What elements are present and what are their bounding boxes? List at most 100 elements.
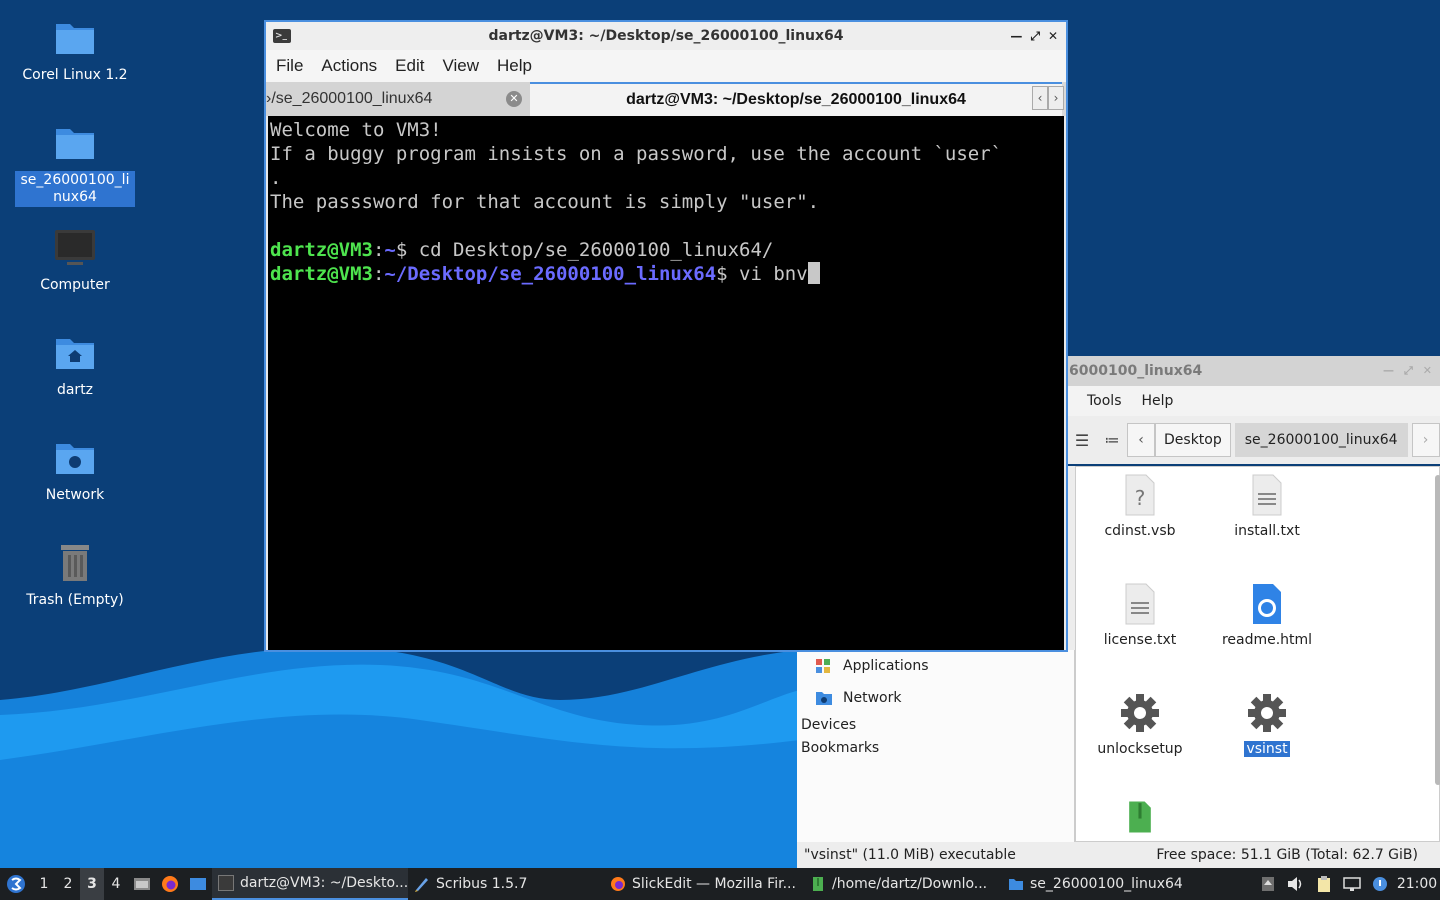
- close-icon[interactable]: ✕: [1048, 29, 1058, 44]
- menu-actions[interactable]: Actions: [321, 56, 387, 76]
- tab-inactive[interactable]: ›/se_26000100_linux64 ✕: [266, 82, 530, 116]
- file-name: unlocksetup: [1097, 741, 1183, 757]
- tray-clipboard[interactable]: [1310, 868, 1338, 900]
- task-archive[interactable]: /home/dartz/Downlo...: [804, 868, 1002, 900]
- sidebar-section-devices[interactable]: Devices: [797, 714, 1074, 737]
- file-item[interactable]: [1085, 800, 1195, 840]
- workspace-4[interactable]: 4: [104, 868, 128, 900]
- forward-button[interactable]: ›: [1411, 423, 1440, 457]
- menu-edit[interactable]: Edit: [395, 56, 434, 76]
- tray-notifications[interactable]: [1366, 868, 1394, 900]
- file-item[interactable]: install.txt: [1212, 473, 1322, 539]
- minimize-icon[interactable]: —: [1010, 29, 1022, 44]
- file-item[interactable]: unlocksetup: [1085, 691, 1195, 757]
- desktop-icon-label: se_26000100_linux64: [15, 171, 135, 207]
- breadcrumb-current[interactable]: se_26000100_linux64: [1234, 423, 1408, 457]
- file-name: readme.html: [1221, 632, 1313, 648]
- status-free-space: Free space: 51.1 GiB (Total: 62.7 GiB): [1156, 847, 1418, 863]
- archive-file-icon: [1129, 801, 1151, 833]
- tab-label: ›/se_26000100_linux64: [266, 90, 433, 107]
- file-item[interactable]: ? cdinst.vsb: [1085, 473, 1195, 539]
- workspace-3[interactable]: 3: [80, 868, 104, 900]
- prompt-line: dartz@VM3:~$ cd Desktop/se_26000100_linu…: [270, 239, 774, 261]
- task-label: se_26000100_linux64: [1030, 876, 1183, 892]
- compact-view-icon[interactable]: ≔: [1097, 431, 1127, 449]
- gear-icon: [1248, 694, 1286, 732]
- tray-eject[interactable]: [1254, 868, 1282, 900]
- file-item[interactable]: readme.html: [1212, 582, 1322, 648]
- home-folder-icon: [56, 339, 94, 369]
- window-title: 6000100_linux64: [1069, 363, 1203, 379]
- output-line: The passsword for that account is simply…: [270, 191, 820, 213]
- desktop-icon-se-folder[interactable]: se_26000100_linux64: [15, 121, 135, 207]
- file-manager-toolbar: ☰ ≔ ‹ Desktop se_26000100_linux64 ›: [1067, 416, 1440, 464]
- task-terminal[interactable]: dartz@VM3: ~/Deskto...: [212, 868, 408, 900]
- minimize-icon[interactable]: —: [1383, 364, 1394, 378]
- file-name: license.txt: [1103, 632, 1177, 648]
- html-file-icon: [1253, 584, 1281, 624]
- folder-icon: [56, 24, 94, 54]
- tray-network[interactable]: [1338, 868, 1366, 900]
- breadcrumb-desktop[interactable]: Desktop: [1155, 423, 1231, 457]
- menu-file[interactable]: File: [276, 56, 313, 76]
- tab-label: dartz@VM3: ~/Desktop/se_26000100_linux64: [626, 91, 966, 108]
- workspace-2[interactable]: 2: [56, 868, 80, 900]
- network-icon: [816, 692, 832, 705]
- scrollbar[interactable]: [1435, 475, 1440, 785]
- launcher-show-desktop[interactable]: [184, 868, 212, 900]
- svg-text:?: ?: [1135, 486, 1146, 510]
- menu-view[interactable]: View: [442, 56, 489, 76]
- file-manager-titlebar[interactable]: 6000100_linux64 — ⤢ ✕: [1067, 356, 1440, 386]
- tab-scroll-right-icon[interactable]: ›: [1048, 86, 1064, 110]
- task-label: /home/dartz/Downlo...: [832, 876, 988, 892]
- volume-icon: [1288, 877, 1302, 891]
- file-name: vsinst: [1244, 741, 1290, 757]
- tab-close-icon[interactable]: ✕: [506, 91, 522, 107]
- close-icon[interactable]: ✕: [1423, 364, 1432, 378]
- sidebar-item-label: Applications: [843, 658, 929, 674]
- file-item-selected[interactable]: vsinst: [1212, 691, 1322, 757]
- gear-icon: [1121, 694, 1159, 732]
- maximize-icon[interactable]: ⤢: [1404, 364, 1413, 378]
- desktop-icon-label: Network: [45, 487, 105, 503]
- task-file-manager[interactable]: se_26000100_linux64: [1002, 868, 1198, 900]
- tray-volume[interactable]: [1282, 868, 1310, 900]
- text-file-icon: [1125, 583, 1155, 625]
- desktop-icon-computer[interactable]: Computer: [15, 226, 135, 295]
- tab-active[interactable]: dartz@VM3: ~/Desktop/se_26000100_linux64…: [530, 82, 1062, 116]
- sidebar-item-applications[interactable]: Applications: [797, 650, 1074, 682]
- task-firefox[interactable]: SlickEdit — Mozilla Fir...: [604, 868, 804, 900]
- launcher-files[interactable]: [128, 868, 156, 900]
- menu-help[interactable]: Help: [497, 56, 542, 76]
- terminal-titlebar[interactable]: >_ dartz@VM3: ~/Desktop/se_26000100_linu…: [266, 22, 1066, 50]
- maximize-icon[interactable]: ⤢: [1030, 29, 1040, 44]
- list-view-icon[interactable]: ☰: [1067, 431, 1097, 450]
- sidebar-item-label: Network: [843, 690, 902, 706]
- network-folder-icon: [56, 444, 94, 474]
- desktop-icon-corel-linux[interactable]: Corel Linux 1.2: [15, 16, 135, 85]
- sidebar-section-bookmarks[interactable]: Bookmarks: [797, 737, 1074, 760]
- start-menu-button[interactable]: [0, 868, 32, 900]
- trash-icon: [61, 545, 89, 581]
- network-icon: [1343, 877, 1361, 891]
- sidebar-item-network[interactable]: Network: [797, 682, 1074, 714]
- workspace-1[interactable]: 1: [32, 868, 56, 900]
- file-name: cdinst.vsb: [1104, 523, 1176, 539]
- menu-tools[interactable]: Tools: [1087, 393, 1122, 409]
- desktop-icon-home[interactable]: dartz: [15, 331, 135, 400]
- start-menu-icon: [7, 875, 25, 893]
- launcher-firefox[interactable]: [156, 868, 184, 900]
- terminal-output[interactable]: Welcome to VM3! If a buggy program insist…: [268, 116, 1064, 650]
- prompt-line: dartz@VM3:~/Desktop/se_26000100_linux64$…: [270, 262, 1062, 286]
- tab-scroll-left-icon[interactable]: ‹: [1032, 86, 1048, 110]
- clock[interactable]: 21:00: [1394, 876, 1440, 892]
- back-button[interactable]: ‹: [1127, 423, 1155, 457]
- menu-help[interactable]: Help: [1142, 393, 1174, 409]
- file-item[interactable]: license.txt: [1085, 582, 1195, 648]
- text-cursor: [807, 262, 820, 284]
- desktop-icon-trash[interactable]: Trash (Empty): [15, 541, 135, 610]
- desktop-icon-network[interactable]: Network: [15, 436, 135, 505]
- prompt-path: ~: [384, 239, 396, 261]
- prompt-user: dartz@VM3: [270, 239, 373, 261]
- task-scribus[interactable]: Scribus 1.5.7: [408, 868, 604, 900]
